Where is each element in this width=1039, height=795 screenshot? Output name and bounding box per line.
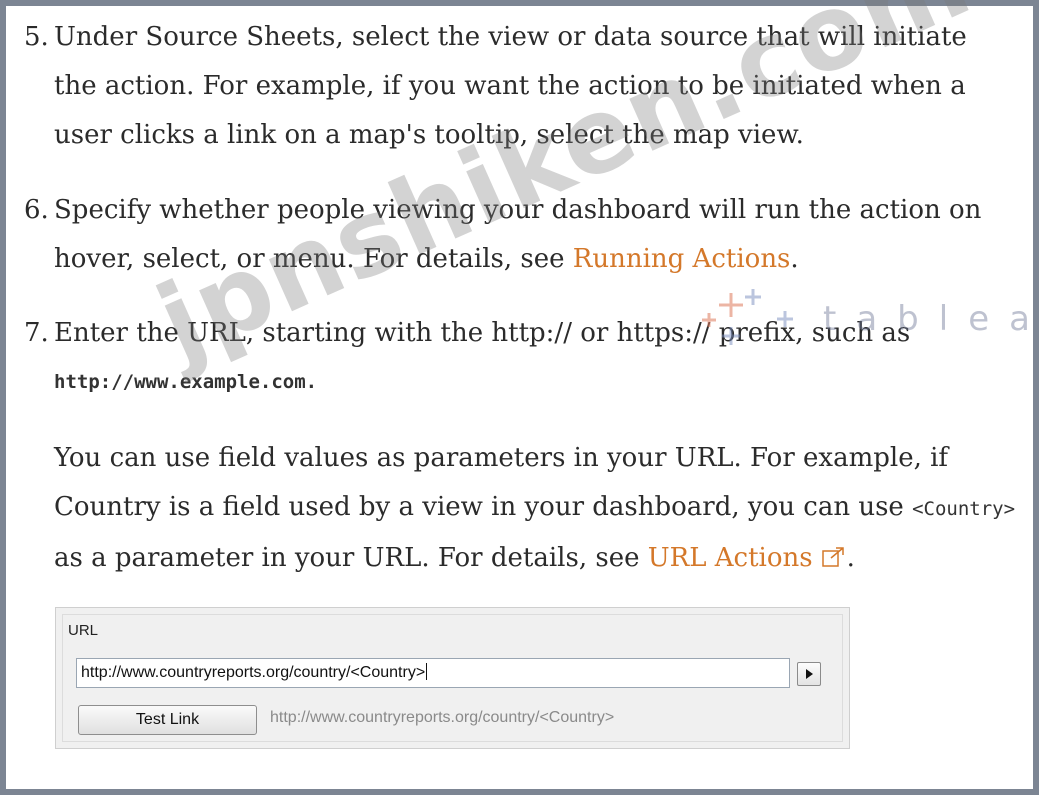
url-input[interactable]: http://www.countryreports.org/country/<C… (76, 658, 790, 688)
text-caret (426, 663, 428, 680)
url-label: URL (68, 622, 99, 639)
country-parameter-code: <Country> (912, 498, 1016, 520)
url-dialog: URL http://www.countryreports.org/countr… (55, 607, 850, 749)
external-link-icon[interactable] (821, 536, 847, 585)
url-actions-link[interactable]: URL Actions (648, 543, 813, 573)
test-link-button[interactable]: Test Link (78, 705, 257, 735)
step-number: 6. (24, 195, 49, 225)
tableau-logo-icon (702, 289, 793, 345)
running-actions-link[interactable]: Running Actions (573, 244, 791, 274)
step-number: 5. (24, 22, 49, 52)
tableau-watermark: tableau (695, 283, 1039, 353)
url-preview: http://www.countryreports.org/country/<C… (270, 709, 615, 726)
insert-field-arrow-button[interactable] (797, 662, 821, 686)
url-parameters-paragraph: You can use field values as parameters i… (54, 434, 1019, 585)
step-number: 7. (24, 318, 49, 348)
